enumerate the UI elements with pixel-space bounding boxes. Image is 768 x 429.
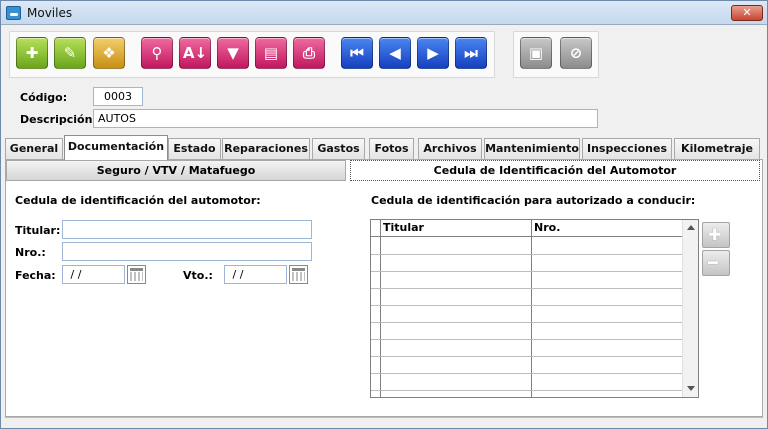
clipboard-icon: ▤ xyxy=(263,44,279,62)
cedula-section-title: Cedula de identificación del automotor: xyxy=(15,194,261,207)
next-icon: ▶ xyxy=(427,44,439,62)
add-button[interactable]: ✚ xyxy=(16,37,48,69)
last-icon: ⏭ xyxy=(464,44,478,62)
tab-reparaciones[interactable]: Reparaciones xyxy=(222,138,310,159)
tab-archivos[interactable]: Archivos xyxy=(418,138,482,159)
first-record-button[interactable]: ⏮ xyxy=(341,37,373,69)
printer-icon: ⎙ xyxy=(302,44,315,62)
table-row[interactable] xyxy=(371,306,683,323)
funnel-icon: ▼ xyxy=(227,44,239,62)
tab-general[interactable]: General xyxy=(5,138,63,159)
tab-mantenimiento[interactable]: Mantenimiento xyxy=(484,138,580,159)
add-row-button[interactable]: ✚ xyxy=(702,222,730,248)
table-row[interactable] xyxy=(371,323,683,340)
table-row[interactable] xyxy=(371,374,683,391)
print-button[interactable]: ⎙ xyxy=(293,37,325,69)
titular-field[interactable] xyxy=(62,220,312,239)
table-row[interactable] xyxy=(371,289,683,306)
grid-header-row: Titular Nro. xyxy=(371,220,683,237)
status-bar xyxy=(5,417,763,423)
table-row[interactable] xyxy=(371,340,683,357)
title-bar: Moviles ✕ xyxy=(1,1,767,25)
fecha-calendar-icon[interactable] xyxy=(127,265,146,284)
filter-button[interactable]: ▼ xyxy=(217,37,249,69)
table-row[interactable] xyxy=(371,357,683,374)
vto-field[interactable] xyxy=(224,265,287,284)
codigo-label: Código: xyxy=(20,91,68,104)
subtab-cedula-automotor[interactable]: Cedula de Identificación del Automotor xyxy=(350,160,760,181)
previous-record-button[interactable]: ◀ xyxy=(379,37,411,69)
tab-gastos[interactable]: Gastos xyxy=(312,138,365,159)
plus-icon: ✚ xyxy=(708,225,722,244)
tab-inspecciones[interactable]: Inspecciones xyxy=(582,138,672,159)
tab-estado[interactable]: Estado xyxy=(168,138,221,159)
fecha-label: Fecha: xyxy=(15,269,56,282)
column-header-nro[interactable]: Nro. xyxy=(534,221,560,234)
first-icon: ⏮ xyxy=(350,44,364,62)
floppy-icon: ▣ xyxy=(528,44,544,62)
column-header-titular[interactable]: Titular xyxy=(383,221,424,234)
sort-az-icon: A↓ xyxy=(182,44,208,62)
close-button[interactable]: ✕ xyxy=(731,5,763,21)
document-star-icon: ❖ xyxy=(102,44,116,62)
nro-field[interactable] xyxy=(62,242,312,261)
minus-icon: ━ xyxy=(708,253,718,272)
last-record-button[interactable]: ⏭ xyxy=(455,37,487,69)
scroll-up-icon[interactable] xyxy=(687,225,695,230)
table-row[interactable] xyxy=(371,255,683,272)
grid-vertical-scrollbar[interactable] xyxy=(682,220,698,397)
table-row[interactable] xyxy=(371,272,683,289)
window-title: Moviles xyxy=(27,6,73,20)
fecha-field[interactable] xyxy=(62,265,125,284)
report-button[interactable]: ▤ xyxy=(255,37,287,69)
subtab-seguro-vtv-matafuego[interactable]: Seguro / VTV / Matafuego xyxy=(6,160,346,181)
search-button[interactable]: ⚲ xyxy=(141,37,173,69)
vto-calendar-icon[interactable] xyxy=(289,265,308,284)
previous-icon: ◀ xyxy=(389,44,401,62)
cancel-icon: ⊘ xyxy=(569,44,583,62)
cancel-button[interactable]: ⊘ xyxy=(560,37,592,69)
edit-button[interactable]: ✎ xyxy=(54,37,86,69)
car-app-icon xyxy=(6,6,21,20)
next-record-button[interactable]: ▶ xyxy=(417,37,449,69)
remove-row-button[interactable]: ━ xyxy=(702,250,730,276)
sort-button[interactable]: A↓ xyxy=(179,37,211,69)
tab-fotos[interactable]: Fotos xyxy=(369,138,414,159)
autorizado-grid[interactable]: Titular Nro. xyxy=(370,219,699,398)
table-row[interactable] xyxy=(371,238,683,255)
copy-button[interactable]: ❖ xyxy=(93,37,125,69)
tab-kilometraje[interactable]: Kilometraje xyxy=(674,138,760,159)
descripcion-field[interactable] xyxy=(93,109,598,128)
magnifier-icon: ⚲ xyxy=(151,44,163,62)
plus-icon: ✚ xyxy=(25,44,39,62)
autorizado-section-title: Cedula de identificación para autorizado… xyxy=(371,194,696,207)
tab-documentacion[interactable]: Documentación xyxy=(64,135,168,160)
codigo-field[interactable] xyxy=(93,87,143,106)
nro-label: Nro.: xyxy=(15,246,46,259)
titular-label: Titular: xyxy=(15,224,61,237)
pencil-icon: ✎ xyxy=(63,44,77,62)
scroll-down-icon[interactable] xyxy=(687,386,695,391)
save-button[interactable]: ▣ xyxy=(520,37,552,69)
descripcion-label: Descripción: xyxy=(20,113,97,126)
vto-label: Vto.: xyxy=(183,269,213,282)
